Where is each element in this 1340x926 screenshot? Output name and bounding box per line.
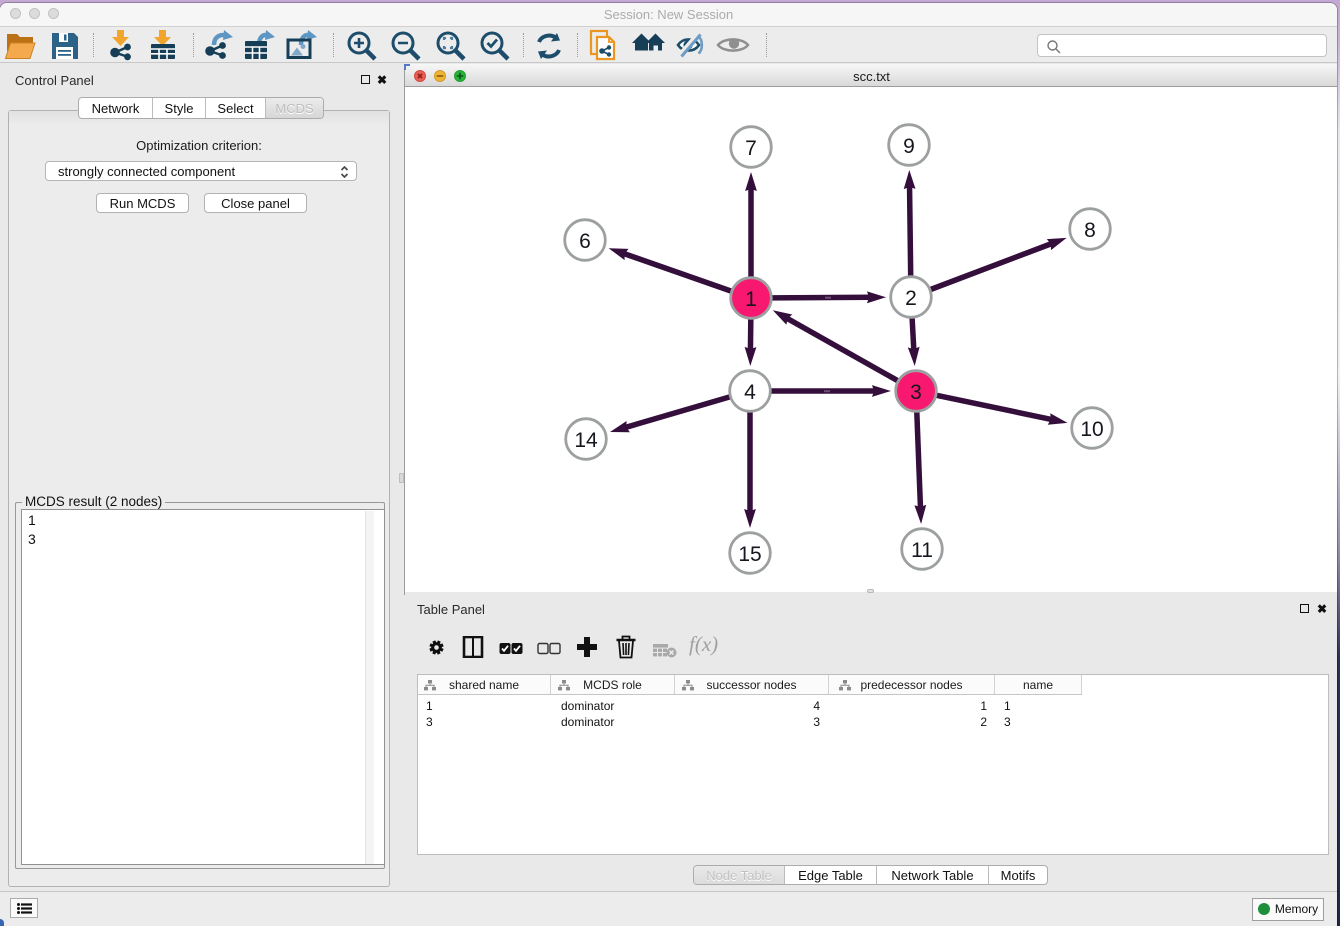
svg-text:14: 14 [574, 429, 598, 452]
svg-text:3: 3 [910, 381, 922, 404]
svg-text:10: 10 [1080, 418, 1103, 441]
svg-text:11: 11 [911, 539, 933, 562]
svg-text:8: 8 [1084, 219, 1096, 242]
svg-text:9: 9 [903, 135, 915, 158]
svg-text:7: 7 [745, 137, 757, 160]
svg-text:6: 6 [579, 230, 591, 253]
svg-text:1: 1 [745, 288, 757, 311]
svg-text:2: 2 [905, 287, 917, 310]
svg-text:15: 15 [738, 543, 761, 566]
svg-text:4: 4 [744, 381, 756, 404]
